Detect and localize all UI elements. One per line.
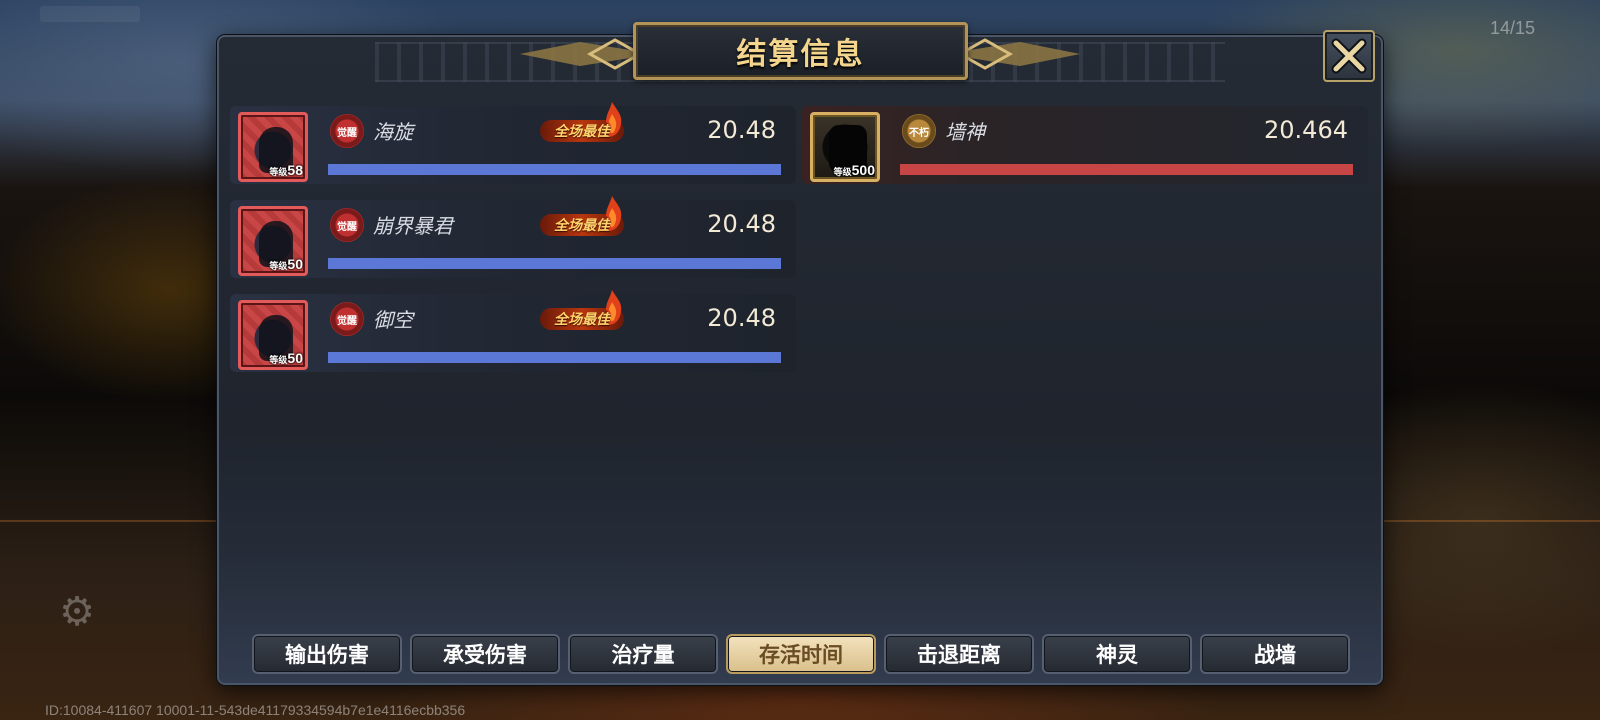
session-id-label: ID:10084-411607 10001-11-543de4117933459… [45,702,466,718]
stat-bar-fill [900,164,1353,175]
hero-portrait-icon: 等级50 [238,206,308,276]
stat-bar-track [328,258,781,269]
flame-icon [606,102,622,137]
level-prefix: 等级 [269,167,288,177]
level-label: 等级58 [269,162,303,178]
stat-tab[interactable]: 存活时间 [726,634,876,674]
hero-name: 海旋 [373,120,413,144]
stat-tab[interactable]: 神灵 [1042,634,1192,674]
stat-value: 20.464 [1264,116,1348,144]
stat-tab[interactable]: 战墙 [1200,634,1350,674]
rank-badge-icon: 不朽 [902,114,936,148]
ally-result-row: 等级50 觉醒 御空 全场最佳 20.48 [230,290,796,372]
stat-bar-fill [328,164,781,175]
level-prefix: 等级 [833,167,852,177]
level-prefix: 等级 [269,355,288,365]
close-x-icon [1331,38,1367,74]
stat-value: 20.48 [707,304,776,332]
level-value: 50 [287,350,303,366]
stat-bar-track [900,164,1353,175]
rank-badge-icon: 觉醒 [330,114,364,148]
enemy-result-row: 等级500 不朽 墙神 20.464 [802,106,1368,184]
hero-portrait-icon: 等级50 [238,300,308,370]
flame-icon [606,196,622,231]
ally-result-row: 等级58 觉醒 海旋 全场最佳 20.48 [230,102,796,184]
level-label: 等级50 [269,350,303,366]
settings-gear-icon: ⚙ [59,589,95,635]
title-plate: 结算信息 [633,22,968,80]
hero-name: 崩界暴君 [373,214,453,238]
dialog-title: 结算信息 [736,37,865,72]
hero-portrait-icon: 等级58 [238,112,308,182]
stat-bar-fill [328,352,781,363]
stat-tab[interactable]: 承受伤害 [410,634,560,674]
stat-bar-track [328,352,781,363]
ally-result-row: 等级50 觉醒 崩界暴君 全场最佳 20.48 [230,196,796,278]
level-value: 58 [287,162,303,178]
background-top-left-hud [40,6,140,22]
hero-name: 御空 [373,308,413,332]
stat-tab[interactable]: 治疗量 [568,634,718,674]
stat-tab[interactable]: 击退距离 [884,634,1034,674]
hero-name: 墙神 [945,120,985,144]
flame-icon [606,290,622,325]
rank-badge-icon: 觉醒 [330,208,364,242]
stat-bar-track [328,164,781,175]
settlement-dialog: 等级58 觉醒 海旋 全场最佳 20.48 等级50 觉醒 崩界暴君 全场最佳 [217,35,1383,685]
stat-value: 20.48 [707,116,776,144]
wall-god-portrait-icon: 等级500 [810,112,880,182]
level-value: 500 [851,162,875,178]
level-prefix: 等级 [269,261,288,271]
level-label: 等级50 [269,256,303,272]
level-label: 等级500 [834,162,875,178]
close-button[interactable] [1323,30,1375,82]
background-wave-counter: 14/15 [1490,18,1536,38]
stat-bar-fill [328,258,781,269]
rank-badge-icon: 觉醒 [330,302,364,336]
stat-tab[interactable]: 输出伤害 [252,634,402,674]
stat-value: 20.48 [707,210,776,238]
level-value: 50 [287,256,303,272]
